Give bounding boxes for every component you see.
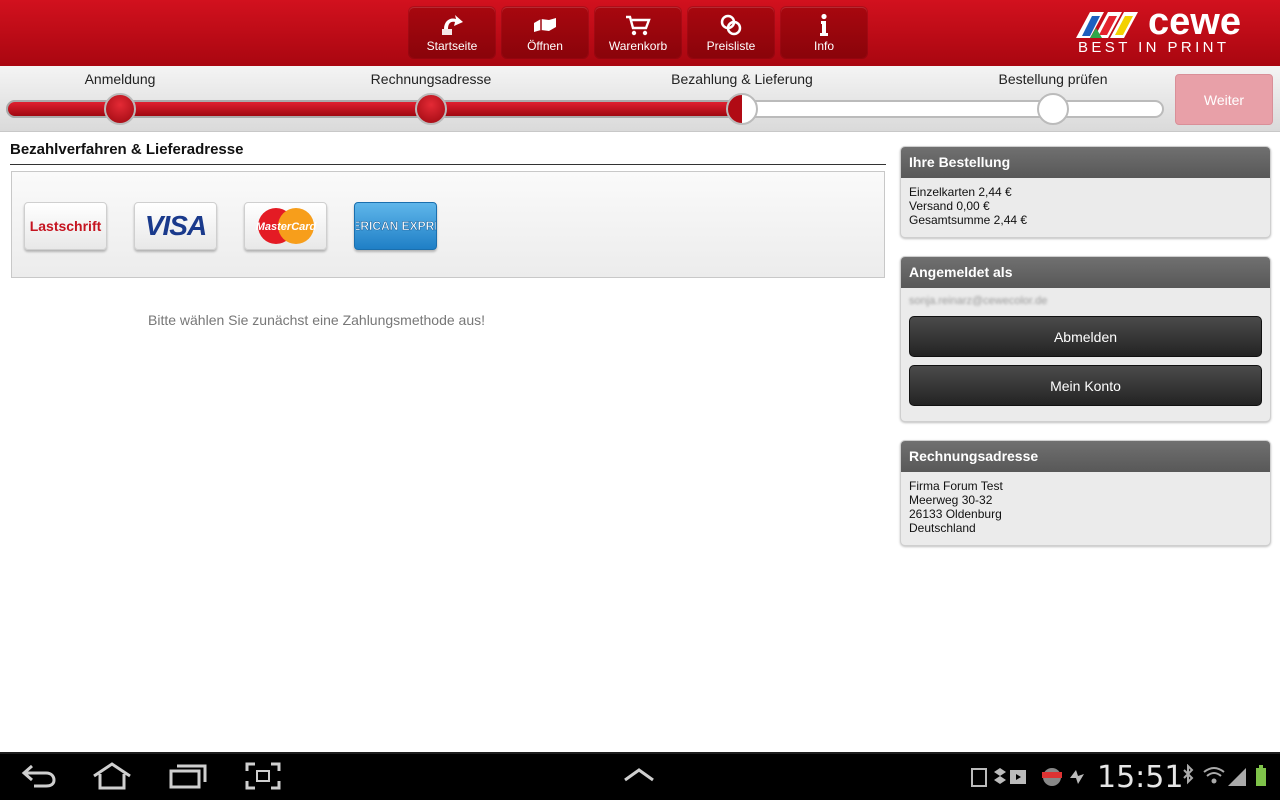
logo-wordmark: cewe [1148, 1, 1241, 43]
address-line: Firma Forum Test [909, 479, 1003, 493]
account-title: Angemeldet als [901, 257, 1270, 288]
address-line: Meerweg 30-32 [909, 493, 993, 507]
nav-startseite-button[interactable]: Startseite [409, 7, 495, 58]
step-knob-anmeldung[interactable] [104, 93, 136, 125]
home-arrow-icon [438, 11, 466, 39]
billing-address-panel: Rechnungsadresse Firma Forum Test Meerwe… [900, 440, 1271, 546]
nav-label: Info [813, 39, 834, 53]
step-knob-bezahlung[interactable] [726, 93, 758, 125]
nav-info-button[interactable]: Info [781, 7, 867, 58]
app-header: Startseite Öffnen Warenkorb Preisliste I… [0, 0, 1280, 66]
logout-button[interactable]: Abmelden [909, 316, 1262, 357]
cewe-logo-mark-icon [1076, 12, 1138, 38]
notification-icons[interactable] [970, 766, 1094, 788]
coins-icon [717, 11, 745, 39]
logo-tagline: BEST IN PRINT [1078, 39, 1230, 56]
payment-hint: Bitte wählen Sie zunächst eine Zahlungsm… [148, 312, 485, 328]
open-hand-icon [531, 11, 559, 39]
home-icon[interactable] [92, 762, 132, 790]
back-icon[interactable] [20, 762, 58, 790]
address-line: 26133 Oldenburg [909, 507, 1002, 521]
payment-mastercard-button[interactable]: MasterCard [244, 202, 327, 250]
lastschrift-label: Lastschrift [29, 218, 102, 234]
mastercard-label: MasterCard [255, 221, 316, 233]
payment-amex-button[interactable]: AMERICAN EXPRESS [354, 202, 437, 250]
section-title: Bezahlverfahren & Lieferadresse [10, 132, 886, 165]
checkout-progress: Anmeldung Rechnungsadresse Bezahlung & L… [0, 66, 1280, 132]
info-icon [810, 11, 838, 39]
amex-label: AMERICAN EXPRESS [356, 219, 436, 233]
payment-section: Bezahlverfahren & Lieferadresse Lastschr… [10, 132, 886, 328]
step-knob-pruefen[interactable] [1037, 93, 1069, 125]
account-panel: Angemeldet als sonja.reinarz@cewecolor.d… [900, 256, 1271, 422]
header-nav: Startseite Öffnen Warenkorb Preisliste I… [409, 7, 867, 58]
order-line: Einzelkarten 2,44 € [909, 185, 1012, 199]
step-label-anmeldung: Anmeldung [84, 71, 156, 87]
system-navigation-bar: 15:51 [0, 752, 1280, 800]
account-email: sonja.reinarz@cewecolor.de [909, 295, 1048, 307]
nav-oeffnen-button[interactable]: Öffnen [502, 7, 588, 58]
visa-logo: VISA [144, 210, 207, 241]
billing-address-title: Rechnungsadresse [901, 441, 1270, 472]
cart-icon [624, 11, 652, 39]
step-label-bezahlung: Bezahlung & Lieferung [671, 71, 813, 87]
nav-label: Preisliste [706, 39, 756, 53]
next-button[interactable]: Weiter [1175, 74, 1273, 125]
my-account-button[interactable]: Mein Konto [909, 365, 1262, 406]
amex-logo-icon: AMERICAN EXPRESS [356, 219, 436, 234]
mastercard-logo-icon: MasterCard [255, 208, 316, 244]
screenshot-icon[interactable] [245, 762, 281, 790]
payment-lastschrift-button[interactable]: Lastschrift [24, 202, 107, 250]
step-knob-rechnungsadresse[interactable] [415, 93, 447, 125]
chevron-up-icon[interactable] [622, 766, 656, 784]
recent-apps-icon[interactable] [168, 762, 208, 790]
step-label-pruefen: Bestellung prüfen [998, 71, 1108, 87]
address-line: Deutschland [909, 521, 976, 535]
nav-preisliste-button[interactable]: Preisliste [688, 7, 774, 58]
payment-visa-button[interactable]: VISA [134, 202, 217, 250]
nav-label: Warenkorb [608, 39, 668, 53]
order-line: Versand 0,00 € [909, 199, 990, 213]
nav-label: Öffnen [527, 39, 563, 53]
order-summary-panel: Ihre Bestellung Einzelkarten 2,44 € Vers… [900, 146, 1271, 238]
clock: 15:51 [1097, 760, 1184, 795]
payment-methods-box: Lastschrift VISA MasterCard AMERICAN EXP… [11, 171, 885, 278]
nav-label: Startseite [426, 39, 478, 53]
order-summary-title: Ihre Bestellung [901, 147, 1270, 178]
cewe-logo[interactable]: cewe BEST IN PRINT [1076, 2, 1266, 58]
status-icons [1183, 764, 1266, 786]
order-line: Gesamtsumme 2,44 € [909, 213, 1028, 227]
step-label-rechnungsadresse: Rechnungsadresse [370, 71, 492, 87]
nav-warenkorb-button[interactable]: Warenkorb [595, 7, 681, 58]
